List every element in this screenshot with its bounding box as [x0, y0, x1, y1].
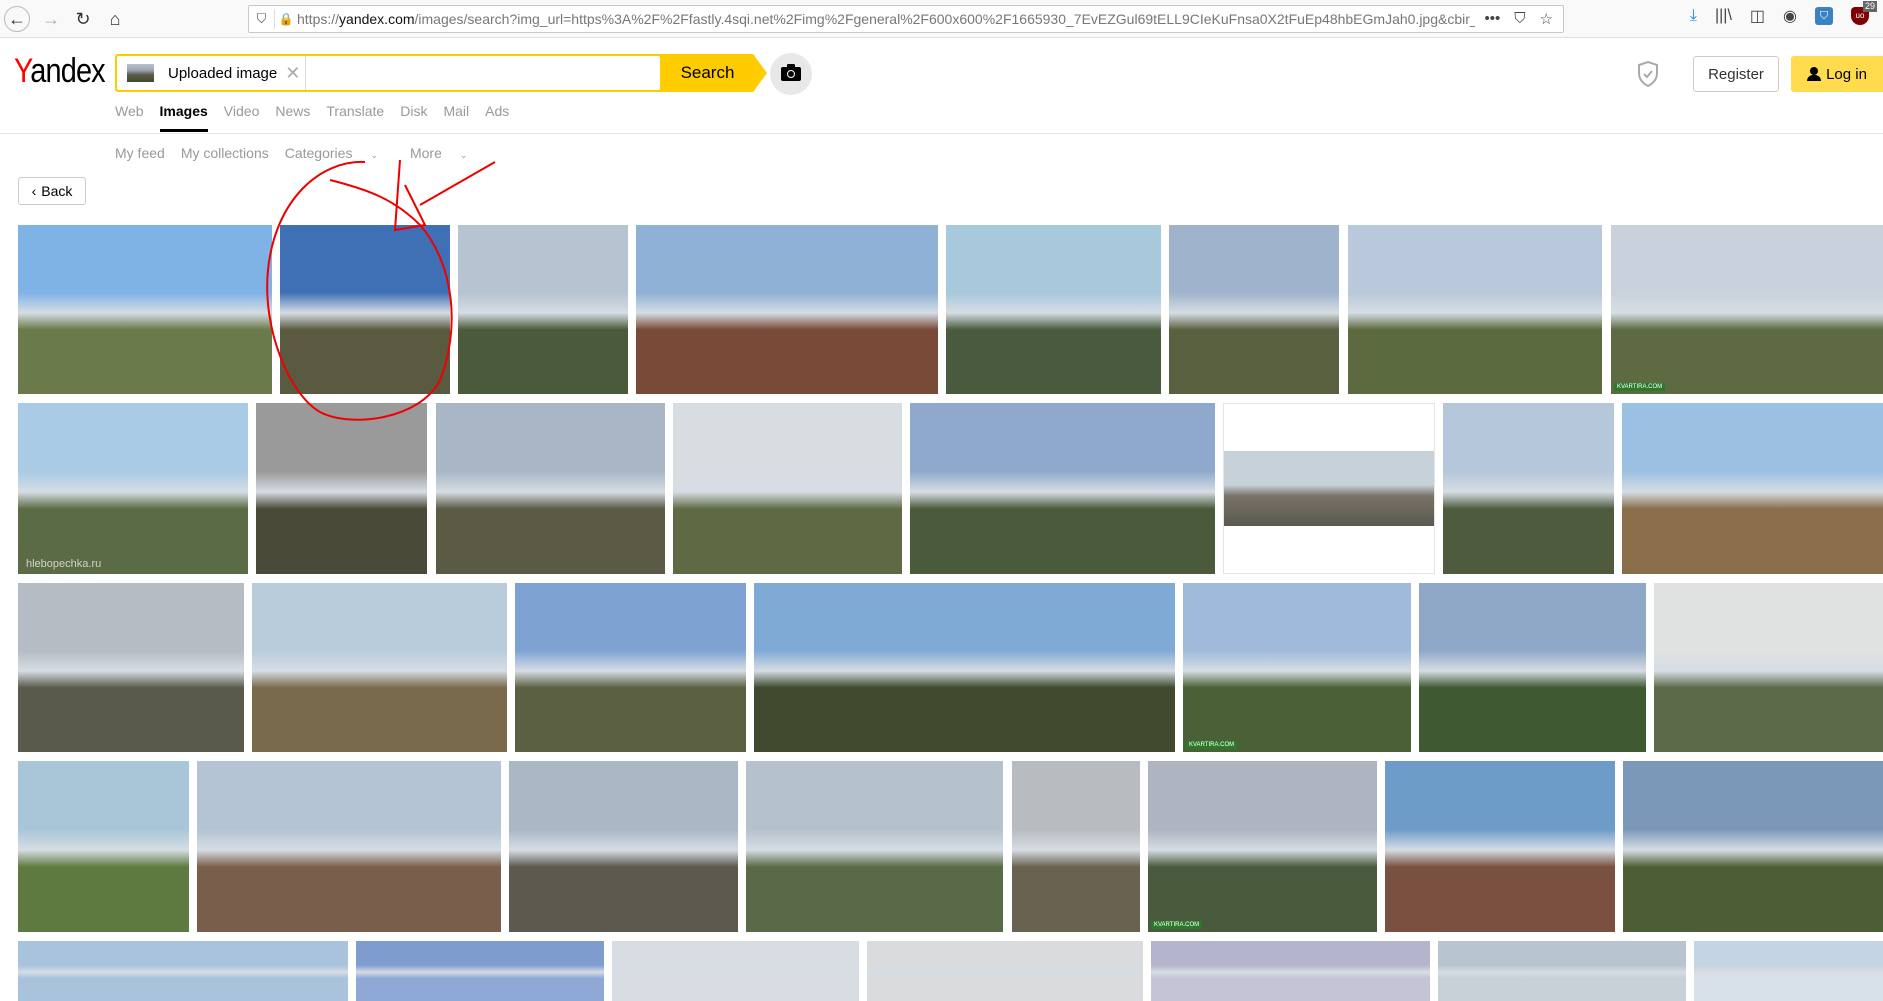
- result-image[interactable]: [509, 761, 738, 932]
- result-image[interactable]: [1012, 761, 1140, 932]
- result-image[interactable]: [1348, 225, 1602, 394]
- result-image[interactable]: [1654, 583, 1883, 752]
- result-image[interactable]: [18, 225, 272, 394]
- result-image[interactable]: [436, 403, 665, 574]
- result-image[interactable]: [515, 583, 746, 752]
- result-image[interactable]: KVARTIRA.COM: [1611, 225, 1883, 394]
- result-image[interactable]: [946, 225, 1161, 394]
- image-watermark-badge: KVARTIRA.COM: [1186, 741, 1238, 749]
- result-image[interactable]: [1169, 225, 1339, 394]
- result-image[interactable]: KVARTIRA.COM: [1148, 761, 1377, 932]
- result-image[interactable]: [1694, 941, 1883, 1001]
- result-image[interactable]: hlebopechka.ru: [18, 403, 248, 574]
- result-image[interactable]: [1385, 761, 1615, 932]
- image-watermark-badge: KVARTIRA.COM: [1614, 383, 1666, 391]
- result-image[interactable]: [1622, 403, 1883, 574]
- result-image[interactable]: [197, 761, 501, 932]
- result-image[interactable]: [1151, 941, 1430, 1001]
- result-image[interactable]: [18, 761, 189, 932]
- result-image[interactable]: [867, 941, 1143, 1001]
- result-image[interactable]: KVARTIRA.COM: [1183, 583, 1411, 752]
- result-image[interactable]: [256, 403, 427, 574]
- result-image[interactable]: [356, 941, 604, 1001]
- result-image[interactable]: [18, 583, 244, 752]
- result-image[interactable]: [1623, 761, 1883, 932]
- result-image[interactable]: [636, 225, 938, 394]
- result-image[interactable]: [252, 583, 507, 752]
- image-results-grid: KVARTIRA.COM hlebopechka.ru KVARTIRA.COM KV…: [0, 0, 1883, 1001]
- result-image[interactable]: [1419, 583, 1646, 752]
- result-image[interactable]: [458, 225, 628, 394]
- result-image[interactable]: [1438, 941, 1686, 1001]
- result-image[interactable]: [1223, 403, 1435, 574]
- result-image[interactable]: [18, 941, 348, 1001]
- result-image[interactable]: [910, 403, 1215, 574]
- image-watermark-badge: KVARTIRA.COM: [1151, 921, 1203, 929]
- result-image[interactable]: [612, 941, 859, 1001]
- result-image[interactable]: [1443, 403, 1614, 574]
- result-image[interactable]: [746, 761, 1003, 932]
- result-image-highlighted[interactable]: [280, 225, 450, 394]
- result-image[interactable]: [754, 583, 1175, 752]
- image-content: [1224, 451, 1434, 526]
- result-image[interactable]: [673, 403, 902, 574]
- image-watermark: hlebopechka.ru: [26, 558, 102, 570]
